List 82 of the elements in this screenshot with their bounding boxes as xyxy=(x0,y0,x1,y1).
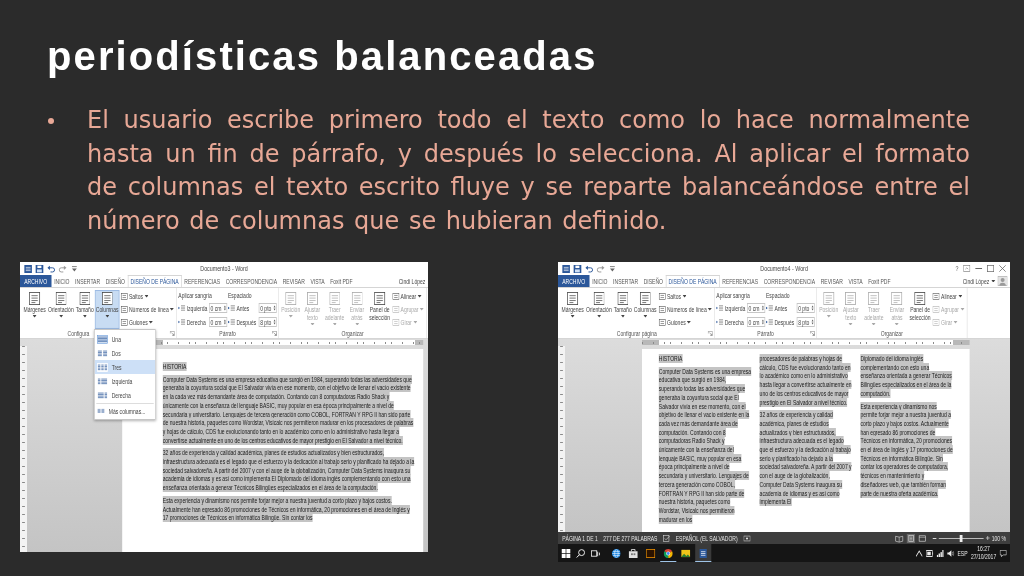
spinner-icon[interactable] xyxy=(811,319,814,325)
indent-icon xyxy=(716,305,724,311)
page-icon xyxy=(55,292,67,305)
spinner-icon[interactable] xyxy=(223,305,226,311)
minimize-icon[interactable] xyxy=(975,267,983,270)
windows-logo-icon[interactable] xyxy=(561,548,571,558)
spinner-icon[interactable] xyxy=(223,319,226,325)
page-icon xyxy=(351,292,363,305)
page-icon xyxy=(79,292,91,305)
page-icon xyxy=(639,292,651,305)
lines-icon xyxy=(932,306,940,313)
indent-icon xyxy=(716,319,724,325)
signal-bars-icon[interactable] xyxy=(936,549,944,557)
page-icon xyxy=(101,292,113,305)
lines-icon xyxy=(120,319,128,326)
undo-icon[interactable] xyxy=(585,264,594,273)
picture-icon xyxy=(681,548,691,558)
lines-icon xyxy=(392,319,400,326)
lines-icon xyxy=(120,306,128,313)
caret-icon xyxy=(991,279,996,283)
lines-icon xyxy=(932,319,940,326)
indent-icon xyxy=(228,319,235,325)
proofing-icon[interactable] xyxy=(663,534,671,542)
indent-icon xyxy=(228,305,235,311)
dialog-launcher-icon[interactable] xyxy=(707,331,713,336)
minus-icon[interactable] xyxy=(932,537,937,539)
page-icon xyxy=(374,292,386,305)
indent-icon xyxy=(178,319,186,325)
document-icon xyxy=(698,548,708,558)
maximize-icon[interactable] xyxy=(987,265,995,272)
page-icon xyxy=(29,292,41,305)
lines-icon xyxy=(120,293,128,300)
spinner-icon[interactable] xyxy=(761,305,764,311)
globe-icon xyxy=(611,548,621,558)
taskbar-button[interactable] xyxy=(695,544,711,562)
lines-icon xyxy=(392,306,400,313)
page-icon xyxy=(617,292,629,305)
lines-icon xyxy=(392,293,400,300)
page-icon xyxy=(593,292,605,305)
app-tile-icon xyxy=(646,548,656,558)
bullet-text: El usuario escribe primero todo el texto como lo hace normalmente hasta un fin de párrafo, y después lo selecciona. Al aplicar el formato de columnas el texto escrito fluye y se reparte balanceándose entre el número de columnas que se hubieran definido. xyxy=(87,105,970,237)
bullet-icon xyxy=(48,118,54,124)
page-icon xyxy=(823,292,835,305)
read-mode-icon[interactable] xyxy=(894,533,904,543)
page-icon xyxy=(914,292,926,305)
indent-icon xyxy=(766,305,773,311)
speech-bubble-icon[interactable] xyxy=(999,549,1007,557)
round-app-icon xyxy=(663,548,673,558)
lines-icon xyxy=(658,293,666,300)
save-icon[interactable] xyxy=(35,264,44,273)
shopping-bag-icon xyxy=(628,548,638,558)
spinner-icon[interactable] xyxy=(761,319,764,325)
page-icon[interactable] xyxy=(906,533,916,543)
save-icon[interactable] xyxy=(573,264,582,273)
slide-title: periodísticas balanceadas xyxy=(47,33,599,80)
lines-icon xyxy=(658,306,666,313)
battery-icon[interactable] xyxy=(925,549,933,557)
spinner-icon[interactable] xyxy=(811,305,814,311)
undo-icon[interactable] xyxy=(47,264,56,273)
page-icon xyxy=(329,292,341,305)
page-icon xyxy=(285,292,297,305)
indent-icon xyxy=(766,319,773,325)
page-icon xyxy=(306,292,318,305)
customize-icon[interactable] xyxy=(608,264,617,273)
dialog-launcher-icon[interactable] xyxy=(272,331,277,336)
slider-thumb[interactable] xyxy=(959,534,963,542)
page-icon xyxy=(868,292,880,305)
page-icon xyxy=(891,292,903,305)
close-icon[interactable] xyxy=(999,265,1006,272)
lines-icon xyxy=(932,293,940,300)
dialog-launcher-icon[interactable] xyxy=(169,331,175,336)
spinner-icon[interactable] xyxy=(273,319,276,325)
customize-icon[interactable] xyxy=(70,264,79,273)
indent-icon xyxy=(178,305,186,311)
page-icon xyxy=(845,292,857,305)
spinner-icon[interactable] xyxy=(273,305,276,311)
lines-icon xyxy=(658,319,666,326)
dialog-launcher-icon[interactable] xyxy=(810,331,815,336)
page-icon xyxy=(567,292,579,305)
columns-icon xyxy=(97,408,106,414)
speaker-icon[interactable] xyxy=(946,549,954,557)
zoom-slider[interactable] xyxy=(938,534,984,542)
